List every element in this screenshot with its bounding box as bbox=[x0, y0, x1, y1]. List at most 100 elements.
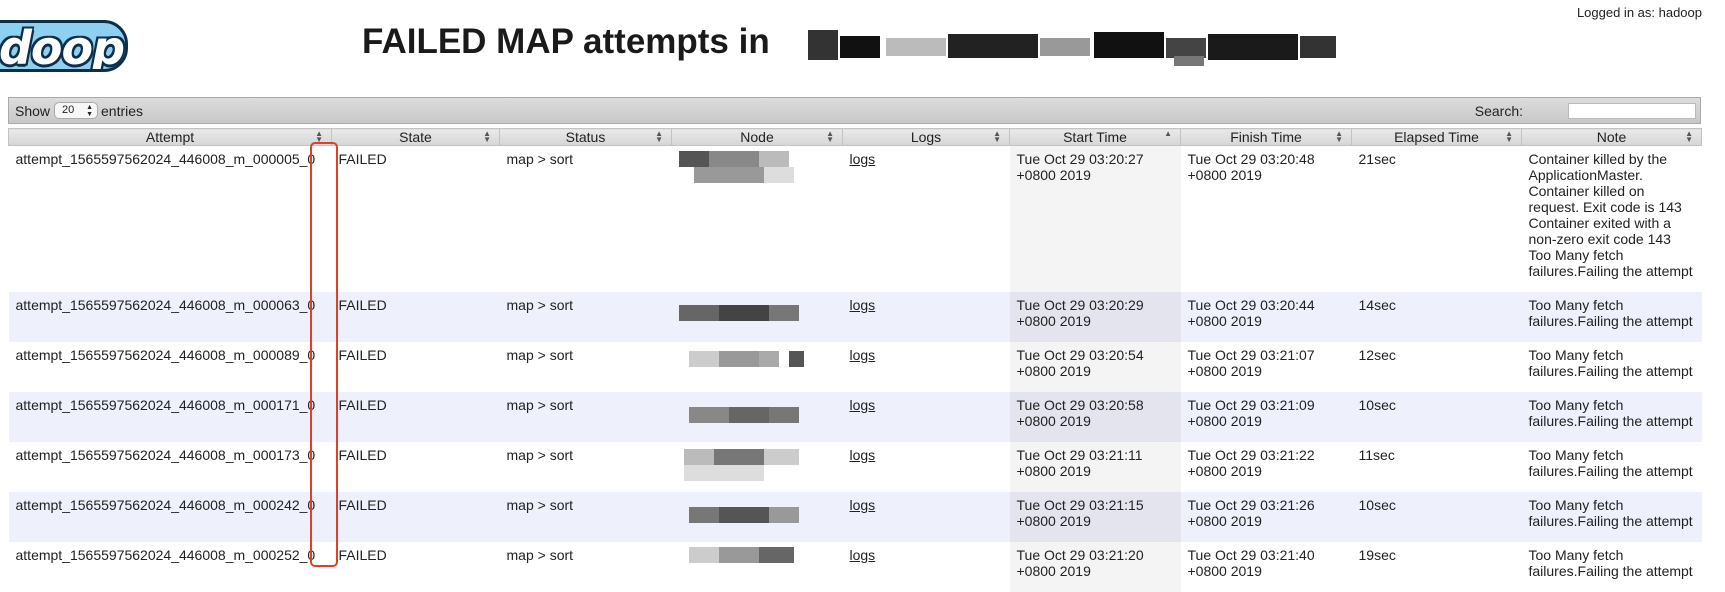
sort-icon: ▲ ▼ bbox=[1685, 129, 1693, 144]
sort-icon: ▲ ▼ bbox=[1505, 129, 1513, 144]
col-status[interactable]: Status ▲ ▼ bbox=[499, 128, 672, 146]
logs-link[interactable]: logs bbox=[850, 497, 876, 513]
elapsed-cell: 10sec bbox=[1351, 391, 1522, 442]
status-cell: map > sort bbox=[499, 391, 672, 442]
state-cell: FAILED bbox=[331, 291, 500, 342]
status-cell: map > sort bbox=[499, 441, 672, 492]
attempts-table: Attempt ▲ ▼ State ▲ ▼ Status ▲ ▼ Node ▲ ▼ Logs ▲ ▼… bbox=[8, 128, 1702, 592]
elapsed-cell: 14sec bbox=[1351, 291, 1522, 342]
state-cell: FAILED bbox=[331, 145, 500, 292]
logs-cell: logs bbox=[842, 341, 1010, 392]
col-elapsed-time[interactable]: Elapsed Time ▲ ▼ bbox=[1351, 128, 1522, 146]
redacted-node bbox=[679, 447, 837, 483]
logs-link[interactable]: logs bbox=[850, 397, 876, 413]
attempt-cell: attempt_1565597562024_446008_m_000252_0 bbox=[8, 541, 332, 592]
start-time-cell: Tue Oct 29 03:20:54 +0800 2019 bbox=[1009, 341, 1181, 392]
search-label: Search: bbox=[1474, 103, 1523, 119]
state-cell: FAILED bbox=[331, 491, 500, 542]
header-row: Attempt ▲ ▼ State ▲ ▼ Status ▲ ▼ Node ▲ ▼ Logs ▲ ▼… bbox=[8, 128, 1702, 146]
redacted-node bbox=[678, 151, 837, 187]
status-cell: map > sort bbox=[499, 145, 672, 292]
logs-cell: logs bbox=[842, 291, 1010, 342]
logs-link[interactable]: logs bbox=[850, 347, 876, 363]
note-cell: Too Many fetch failures.Failing the atte… bbox=[1521, 291, 1702, 342]
redacted-job-id bbox=[808, 26, 1344, 66]
finish-time-cell: Tue Oct 29 03:21:40 +0800 2019 bbox=[1180, 541, 1352, 592]
logs-cell: logs bbox=[842, 491, 1010, 542]
entries-select[interactable]: 20 ▲ ▼ bbox=[54, 102, 98, 119]
sort-icon: ▲ ▼ bbox=[483, 129, 491, 144]
col-node[interactable]: Node ▲ ▼ bbox=[671, 128, 843, 146]
logs-cell: logs bbox=[842, 145, 1010, 292]
finish-time-cell: Tue Oct 29 03:21:09 +0800 2019 bbox=[1180, 391, 1352, 442]
node-cell bbox=[671, 491, 843, 542]
table-row: attempt_1565597562024_446008_m_000063_0 … bbox=[8, 291, 1702, 342]
node-cell bbox=[671, 541, 843, 592]
sort-asc-icon: ▲ bbox=[1164, 129, 1172, 138]
attempt-cell: attempt_1565597562024_446008_m_000005_0 bbox=[8, 145, 332, 292]
start-time-cell: Tue Oct 29 03:21:11 +0800 2019 bbox=[1009, 441, 1181, 492]
table-row: attempt_1565597562024_446008_m_000252_0 … bbox=[8, 541, 1702, 592]
state-cell: FAILED bbox=[331, 341, 500, 392]
sort-icon: ▲ ▼ bbox=[993, 129, 1001, 144]
show-label: Show bbox=[15, 103, 51, 119]
hadoop-logo[interactable]: doop bbox=[0, 20, 128, 72]
attempt-cell: attempt_1565597562024_446008_m_000173_0 bbox=[8, 441, 332, 492]
logs-link[interactable]: logs bbox=[850, 447, 876, 463]
sort-icon: ▲ ▼ bbox=[315, 129, 323, 144]
logs-link[interactable]: logs bbox=[850, 151, 876, 167]
logs-link[interactable]: logs bbox=[850, 547, 876, 563]
node-cell bbox=[671, 441, 843, 492]
select-arrows-icon: ▲ ▼ bbox=[86, 104, 93, 118]
start-time-cell: Tue Oct 29 03:20:27 +0800 2019 bbox=[1009, 145, 1181, 292]
col-note[interactable]: Note ▲ ▼ bbox=[1521, 128, 1702, 146]
finish-time-cell: Tue Oct 29 03:20:44 +0800 2019 bbox=[1180, 291, 1352, 342]
finish-time-cell: Tue Oct 29 03:21:07 +0800 2019 bbox=[1180, 341, 1352, 392]
start-time-cell: Tue Oct 29 03:20:29 +0800 2019 bbox=[1009, 291, 1181, 342]
finish-time-cell: Tue Oct 29 03:21:22 +0800 2019 bbox=[1180, 441, 1352, 492]
note-cell: Too Many fetch failures.Failing the atte… bbox=[1521, 491, 1702, 542]
redacted-node bbox=[679, 347, 837, 383]
search-input[interactable] bbox=[1568, 103, 1696, 119]
logs-cell: logs bbox=[842, 391, 1010, 442]
col-attempt[interactable]: Attempt ▲ ▼ bbox=[8, 128, 332, 146]
redacted-node bbox=[679, 497, 837, 533]
logo-text: doop bbox=[0, 21, 125, 72]
col-state[interactable]: State ▲ ▼ bbox=[331, 128, 500, 146]
node-cell bbox=[671, 391, 843, 442]
logs-link[interactable]: logs bbox=[850, 297, 876, 313]
table-row: attempt_1565597562024_446008_m_000242_0 … bbox=[8, 491, 1702, 542]
status-cell: map > sort bbox=[499, 291, 672, 342]
node-cell bbox=[671, 291, 843, 342]
col-finish-time[interactable]: Finish Time ▲ ▼ bbox=[1180, 128, 1352, 146]
note-cell: Too Many fetch failures.Failing the atte… bbox=[1521, 341, 1702, 392]
redacted-node bbox=[678, 297, 837, 333]
state-cell: FAILED bbox=[331, 441, 500, 492]
start-time-cell: Tue Oct 29 03:21:15 +0800 2019 bbox=[1009, 491, 1181, 542]
status-cell: map > sort bbox=[499, 341, 672, 392]
start-time-cell: Tue Oct 29 03:21:20 +0800 2019 bbox=[1009, 541, 1181, 592]
sort-icon: ▲ ▼ bbox=[826, 129, 834, 144]
note-cell: Too Many fetch failures.Failing the atte… bbox=[1521, 441, 1702, 492]
elapsed-cell: 12sec bbox=[1351, 341, 1522, 392]
page-title: FAILED MAP attempts in bbox=[362, 22, 770, 61]
logs-cell: logs bbox=[842, 441, 1010, 492]
finish-time-cell: Tue Oct 29 03:20:48 +0800 2019 bbox=[1180, 145, 1352, 292]
note-cell: Container killed by the ApplicationMaste… bbox=[1521, 145, 1702, 292]
sort-icon: ▲ ▼ bbox=[655, 129, 663, 144]
status-cell: map > sort bbox=[499, 491, 672, 542]
redacted-node bbox=[679, 397, 837, 433]
elapsed-cell: 11sec bbox=[1351, 441, 1522, 492]
top-bar: doop Logged in as: hadoop FAILED MAP att… bbox=[0, 0, 1725, 92]
status-cell: map > sort bbox=[499, 541, 672, 592]
logged-in-label: Logged in as: hadoop bbox=[1576, 5, 1702, 20]
node-cell bbox=[671, 145, 843, 292]
table-row: attempt_1565597562024_446008_m_000171_0 … bbox=[8, 391, 1702, 442]
note-cell: Too Many fetch failures.Failing the atte… bbox=[1521, 541, 1702, 592]
col-logs[interactable]: Logs ▲ ▼ bbox=[842, 128, 1010, 146]
elapsed-cell: 19sec bbox=[1351, 541, 1522, 592]
col-start-time[interactable]: Start Time ▲ bbox=[1009, 128, 1181, 146]
entries-value: 20 bbox=[62, 104, 75, 116]
table-row: attempt_1565597562024_446008_m_000005_0 … bbox=[8, 145, 1702, 292]
redacted-node bbox=[679, 546, 837, 583]
